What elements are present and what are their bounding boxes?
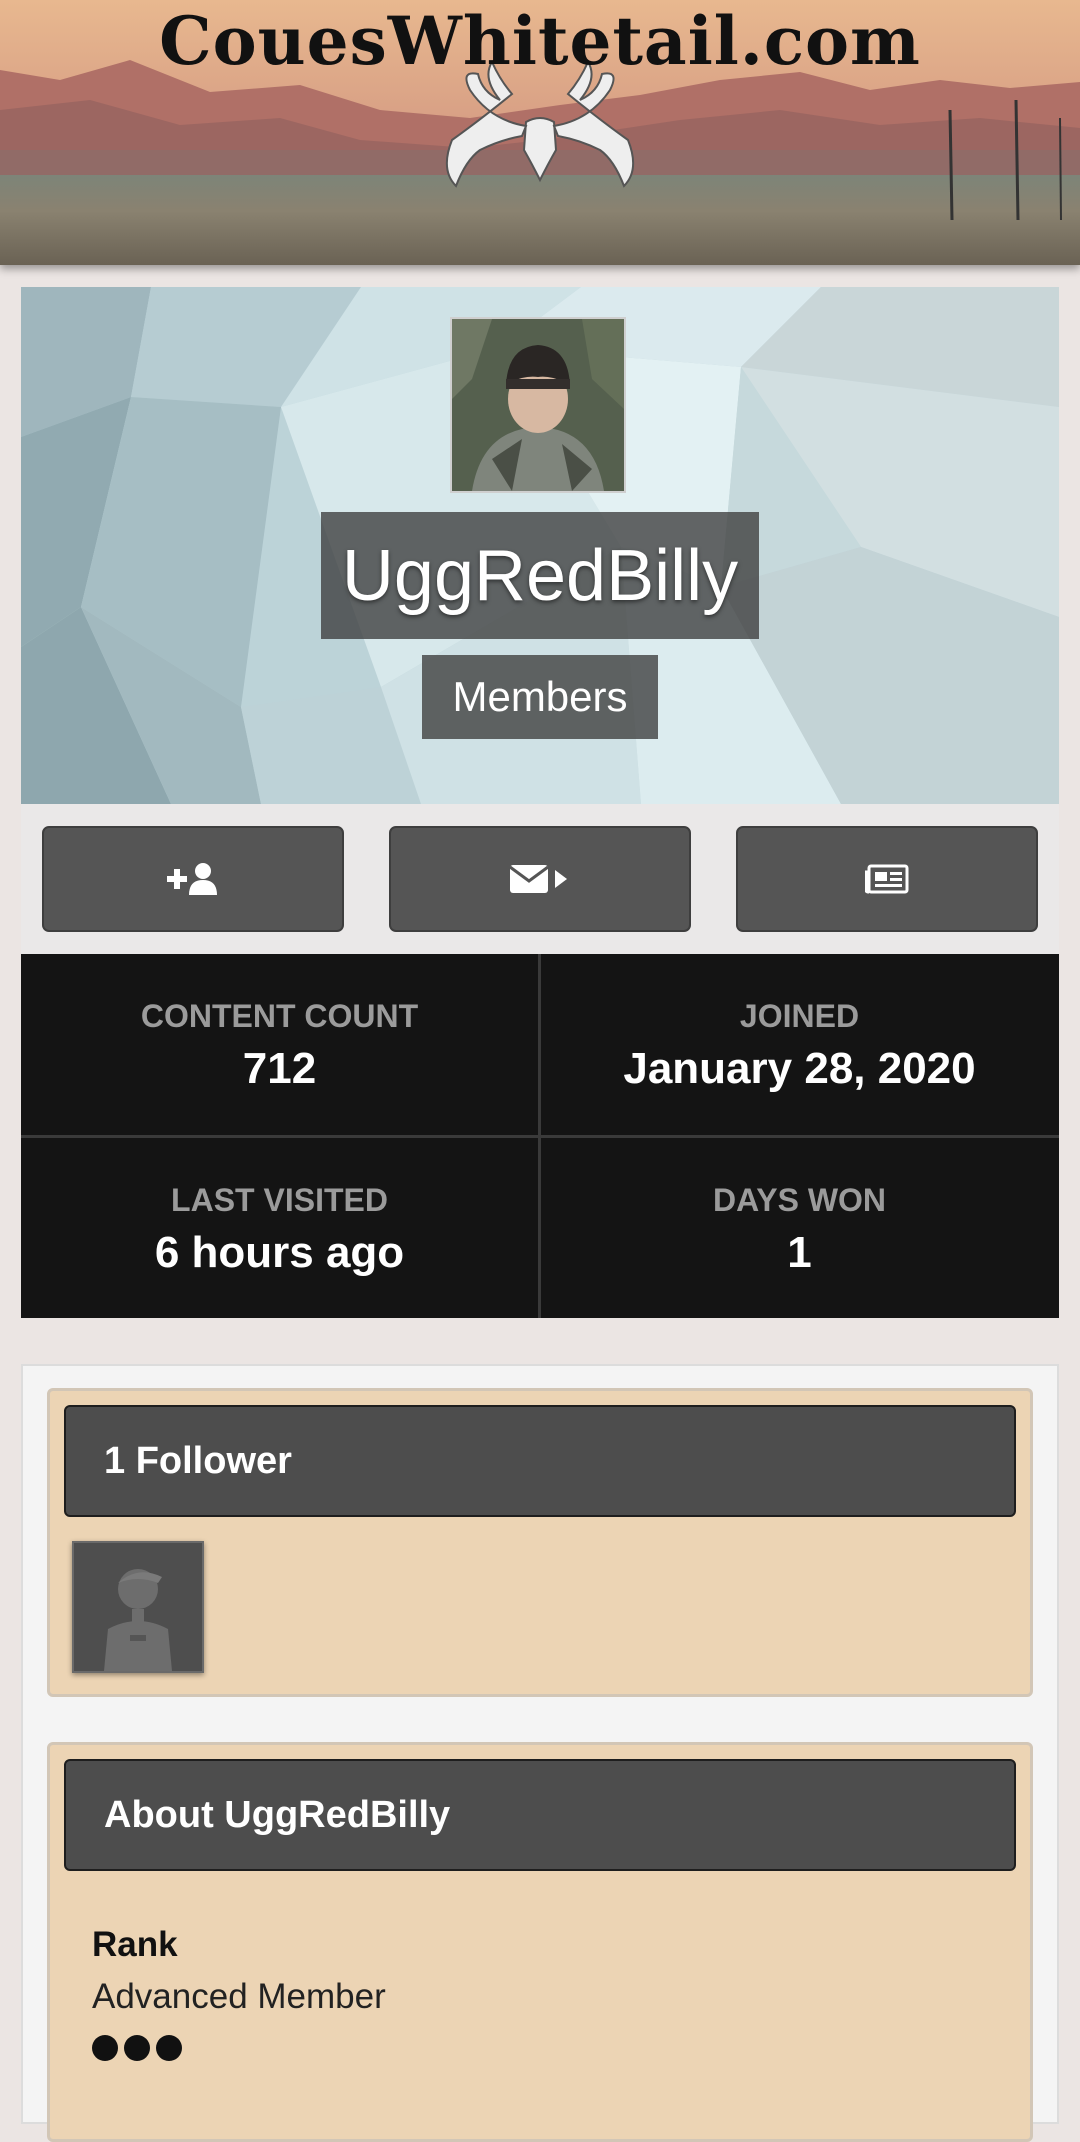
rank-pip — [92, 2035, 118, 2061]
stat-label: LAST VISITED — [171, 1182, 388, 1218]
profile-group-badge[interactable]: Members — [422, 655, 658, 739]
avatar[interactable] — [450, 317, 626, 493]
stat-value: January 28, 2020 — [623, 1044, 976, 1093]
profile-photo — [452, 319, 624, 491]
stat-last-visited: LAST VISITED 6 hours ago — [21, 1138, 538, 1319]
default-avatar-icon — [74, 1543, 202, 1671]
about-title: About UggRedBilly — [64, 1759, 1016, 1871]
follow-button[interactable] — [42, 826, 344, 932]
followers-widget: 1 Follower — [47, 1388, 1033, 1697]
user-plus-icon — [167, 863, 217, 895]
rank-value: Advanced Member — [92, 1977, 386, 2016]
stat-days-won[interactable]: DAYS WON 1 — [541, 1138, 1058, 1319]
about-widget: About UggRedBilly Rank Advanced Member — [47, 1742, 1033, 2142]
follower-avatar[interactable] — [72, 1541, 204, 1673]
profile-content: 1 Follower About UggRedBilly Rank Advanc… — [21, 1364, 1059, 2142]
followers-title: 1 Follower — [64, 1405, 1016, 1517]
stat-joined: JOINED January 28, 2020 — [541, 954, 1058, 1135]
profile-stats: CONTENT COUNT 712 JOINED January 28, 202… — [21, 954, 1059, 1318]
envelope-icon — [509, 865, 567, 893]
stat-value: 1 — [787, 1228, 812, 1277]
profile-action-bar — [21, 804, 1059, 954]
profile-username: UggRedBilly — [321, 512, 759, 639]
stats-divider — [21, 1135, 1059, 1138]
rank-pip — [124, 2035, 150, 2061]
stat-label: CONTENT COUNT — [140, 998, 419, 1034]
newspaper-icon — [865, 864, 909, 894]
message-button[interactable] — [389, 826, 691, 932]
activity-button[interactable] — [736, 826, 1038, 932]
rank-pip — [156, 2035, 182, 2061]
stat-label: DAYS WON — [712, 1182, 887, 1218]
stat-value: 712 — [242, 1044, 317, 1093]
site-title[interactable]: CouesWhitetail.com — [0, 2, 1080, 80]
rank-label: Rank — [92, 1925, 178, 1964]
stat-value: 6 hours ago — [154, 1228, 405, 1277]
stat-label: JOINED — [739, 998, 860, 1034]
stat-content-count[interactable]: CONTENT COUNT 712 — [21, 954, 538, 1135]
site-header-banner[interactable]: CouesWhitetail.com — [0, 0, 1080, 265]
rank-pips — [92, 2035, 182, 2061]
